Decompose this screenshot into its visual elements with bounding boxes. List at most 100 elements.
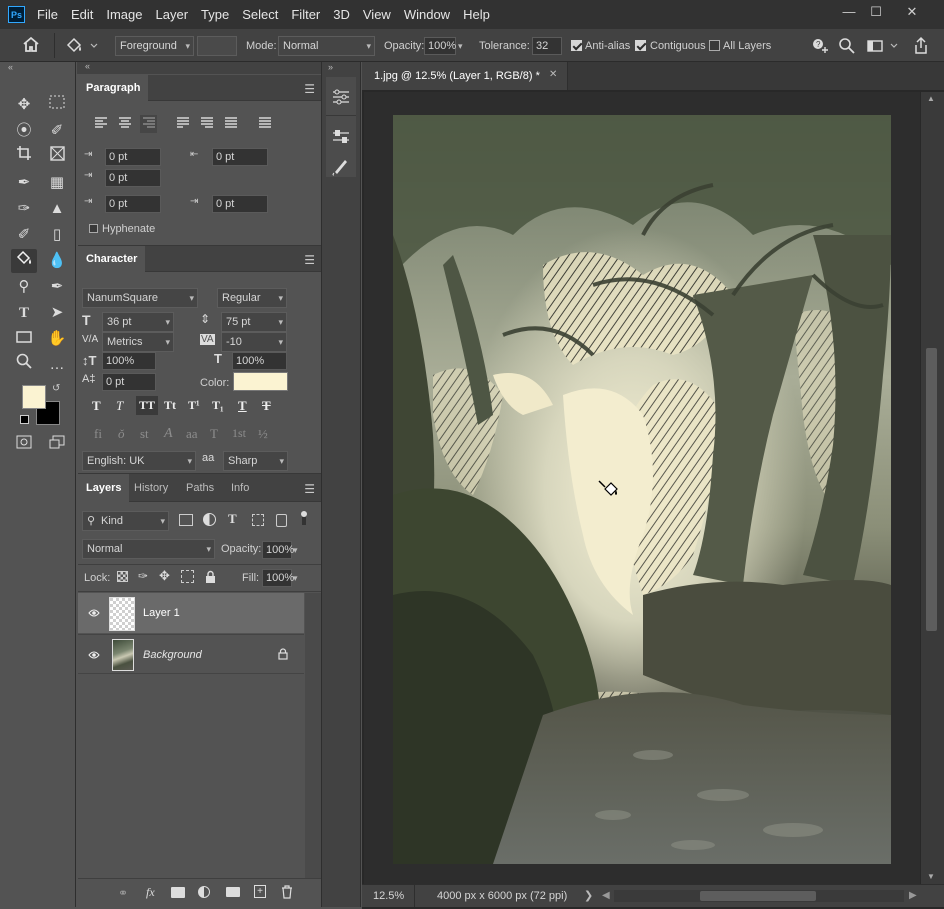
status-menu-arrow[interactable]: ❯ [584, 889, 593, 902]
scroll-down-icon[interactable]: ▼ [927, 872, 935, 881]
text-color-swatch[interactable] [233, 372, 288, 391]
ordinals-button[interactable]: 1st [232, 426, 246, 441]
anti-alias-method-select[interactable]: Sharp ▾ [223, 451, 288, 471]
screen-mode-icon[interactable] [44, 433, 70, 457]
align-right-button[interactable] [140, 115, 157, 133]
layer-filter-select[interactable]: ⚲ Kind ▾ [82, 511, 169, 531]
faux-italic-button[interactable]: T [116, 398, 123, 414]
tab-history[interactable]: History [126, 474, 176, 502]
eraser-tool-icon[interactable]: ▯ [44, 223, 70, 247]
menu-view[interactable]: View [363, 7, 391, 22]
indent-left-input[interactable]: 0 pt [105, 148, 161, 166]
ligatures-button[interactable]: fi [94, 426, 102, 442]
menu-window[interactable]: Window [404, 7, 450, 22]
titling-alternates-button[interactable]: aa [186, 426, 198, 442]
paint-bucket-tool-icon[interactable] [11, 249, 37, 273]
menu-filter[interactable]: Filter [291, 7, 320, 22]
layer-row[interactable]: Background [78, 634, 304, 674]
fill-source-select[interactable]: Foreground ▾ [115, 36, 194, 56]
quick-mask-icon[interactable] [11, 433, 37, 457]
panel-menu-icon[interactable]: ☰ [304, 253, 315, 267]
tolerance-input[interactable]: 32 [532, 37, 562, 55]
tab-layers[interactable]: Layers [78, 474, 130, 502]
scroll-up-icon[interactable]: ▲ [927, 94, 935, 103]
mode-select[interactable]: Normal ▾ [278, 36, 375, 56]
shape-layer-filter-icon[interactable] [252, 514, 264, 526]
scroll-right-icon[interactable]: ▶ [909, 890, 917, 901]
pen-tool-icon[interactable]: ✒ [44, 275, 70, 299]
kerning-select[interactable]: Metrics ▾ [102, 332, 174, 352]
horizontal-scroll-thumb[interactable] [700, 891, 816, 901]
fractions-button[interactable]: ½ [258, 426, 268, 442]
layer-opacity-input[interactable]: 100% [262, 541, 294, 559]
delete-layer-icon[interactable] [281, 885, 293, 899]
vertical-scroll-thumb[interactable] [926, 348, 937, 631]
layer-opacity-chevron-icon[interactable]: ▾ [293, 541, 298, 559]
layer-row[interactable]: Layer 1 [78, 593, 304, 633]
layers-scrollbar[interactable] [305, 593, 321, 878]
contextual-alternates-button[interactable]: T [210, 426, 218, 442]
menu-file[interactable]: File [37, 7, 58, 22]
layer-name[interactable]: Background [143, 649, 202, 661]
close-tab-icon[interactable]: ✕ [549, 69, 557, 80]
default-colors-icon[interactable] [20, 415, 29, 424]
scroll-left-icon[interactable]: ◀ [602, 890, 610, 901]
panel-menu-icon[interactable]: ☰ [304, 82, 315, 96]
indent-right-input[interactable]: 0 pt [212, 148, 268, 166]
minimize-button[interactable]: — [839, 4, 859, 20]
subscript-button[interactable]: T₁ [212, 398, 224, 413]
blend-mode-select[interactable]: Normal ▾ [82, 539, 215, 559]
stylistic-alternates-button[interactable]: A [164, 426, 173, 442]
fill-input[interactable]: 100% [262, 569, 294, 587]
hand-tool-icon[interactable]: ✋ [44, 327, 70, 351]
eyedropper-tool-icon[interactable]: ✒ [11, 171, 37, 195]
old-style-button[interactable]: ǒ [118, 426, 125, 442]
tab-paragraph[interactable]: Paragraph [78, 75, 149, 101]
swap-colors-icon[interactable]: ↺ [52, 383, 60, 394]
lock-position-icon[interactable]: ✥ [159, 568, 170, 584]
leading-select[interactable]: 75 pt ▾ [221, 312, 287, 332]
crop-tool-icon[interactable] [11, 145, 37, 169]
tab-character[interactable]: Character [78, 246, 146, 272]
swash-button[interactable]: st [140, 426, 149, 442]
more-tools-icon[interactable]: … [44, 353, 70, 377]
tab-paths[interactable]: Paths [178, 474, 222, 502]
faux-bold-button[interactable]: T [92, 398, 101, 414]
tab-info[interactable]: Info [223, 474, 257, 502]
maximize-button[interactable]: ☐ [866, 4, 886, 20]
menu-3d[interactable]: 3D [333, 7, 350, 22]
anti-alias-checkbox[interactable] [571, 40, 582, 51]
dodge-tool-icon[interactable]: ⚲ [11, 275, 37, 299]
adjustments-icon[interactable] [331, 128, 351, 146]
lock-transparent-pixels-icon[interactable] [117, 571, 128, 582]
layer-name[interactable]: Layer 1 [143, 607, 180, 619]
paint-bucket-preset-icon[interactable] [63, 36, 101, 56]
lock-artboard-icon[interactable] [181, 570, 194, 583]
font-family-select[interactable]: NanumSquare ▾ [82, 288, 198, 308]
clone-stamp-tool-icon[interactable]: ▲ [44, 197, 70, 221]
first-line-indent-input[interactable]: 0 pt [105, 169, 161, 187]
type-tool-icon[interactable]: T [11, 301, 37, 325]
lasso-tool-icon[interactable]: ⦿ [11, 119, 37, 143]
home-icon[interactable] [22, 36, 42, 54]
adjustment-layer-icon[interactable] [198, 886, 210, 898]
search-icon[interactable] [838, 37, 856, 55]
new-layer-icon[interactable]: + [254, 885, 266, 898]
add-mask-icon[interactable] [171, 887, 185, 898]
menu-edit[interactable]: Edit [71, 7, 93, 22]
blur-tool-icon[interactable]: 💧 [44, 249, 70, 273]
close-window-button[interactable]: ✕ [902, 4, 922, 20]
panel-menu-icon[interactable]: ☰ [304, 482, 315, 496]
document-tab[interactable]: 1.jpg @ 12.5% (Layer 1, RGB/8) * ✕ [362, 62, 568, 90]
rectangle-tool-icon[interactable] [11, 327, 37, 351]
share-icon[interactable] [912, 36, 930, 56]
visibility-eye-icon[interactable] [88, 607, 100, 619]
lock-all-icon[interactable] [205, 570, 216, 583]
space-before-input[interactable]: 0 pt [105, 195, 161, 213]
path-selection-tool-icon[interactable]: ➤ [44, 301, 70, 325]
zoom-level[interactable]: 12.5% [373, 890, 404, 902]
link-layers-icon[interactable]: ⚭ [118, 886, 128, 900]
canvas-image[interactable] [393, 115, 891, 864]
font-size-select[interactable]: 36 pt ▾ [102, 312, 174, 332]
space-after-input[interactable]: 0 pt [212, 195, 268, 213]
